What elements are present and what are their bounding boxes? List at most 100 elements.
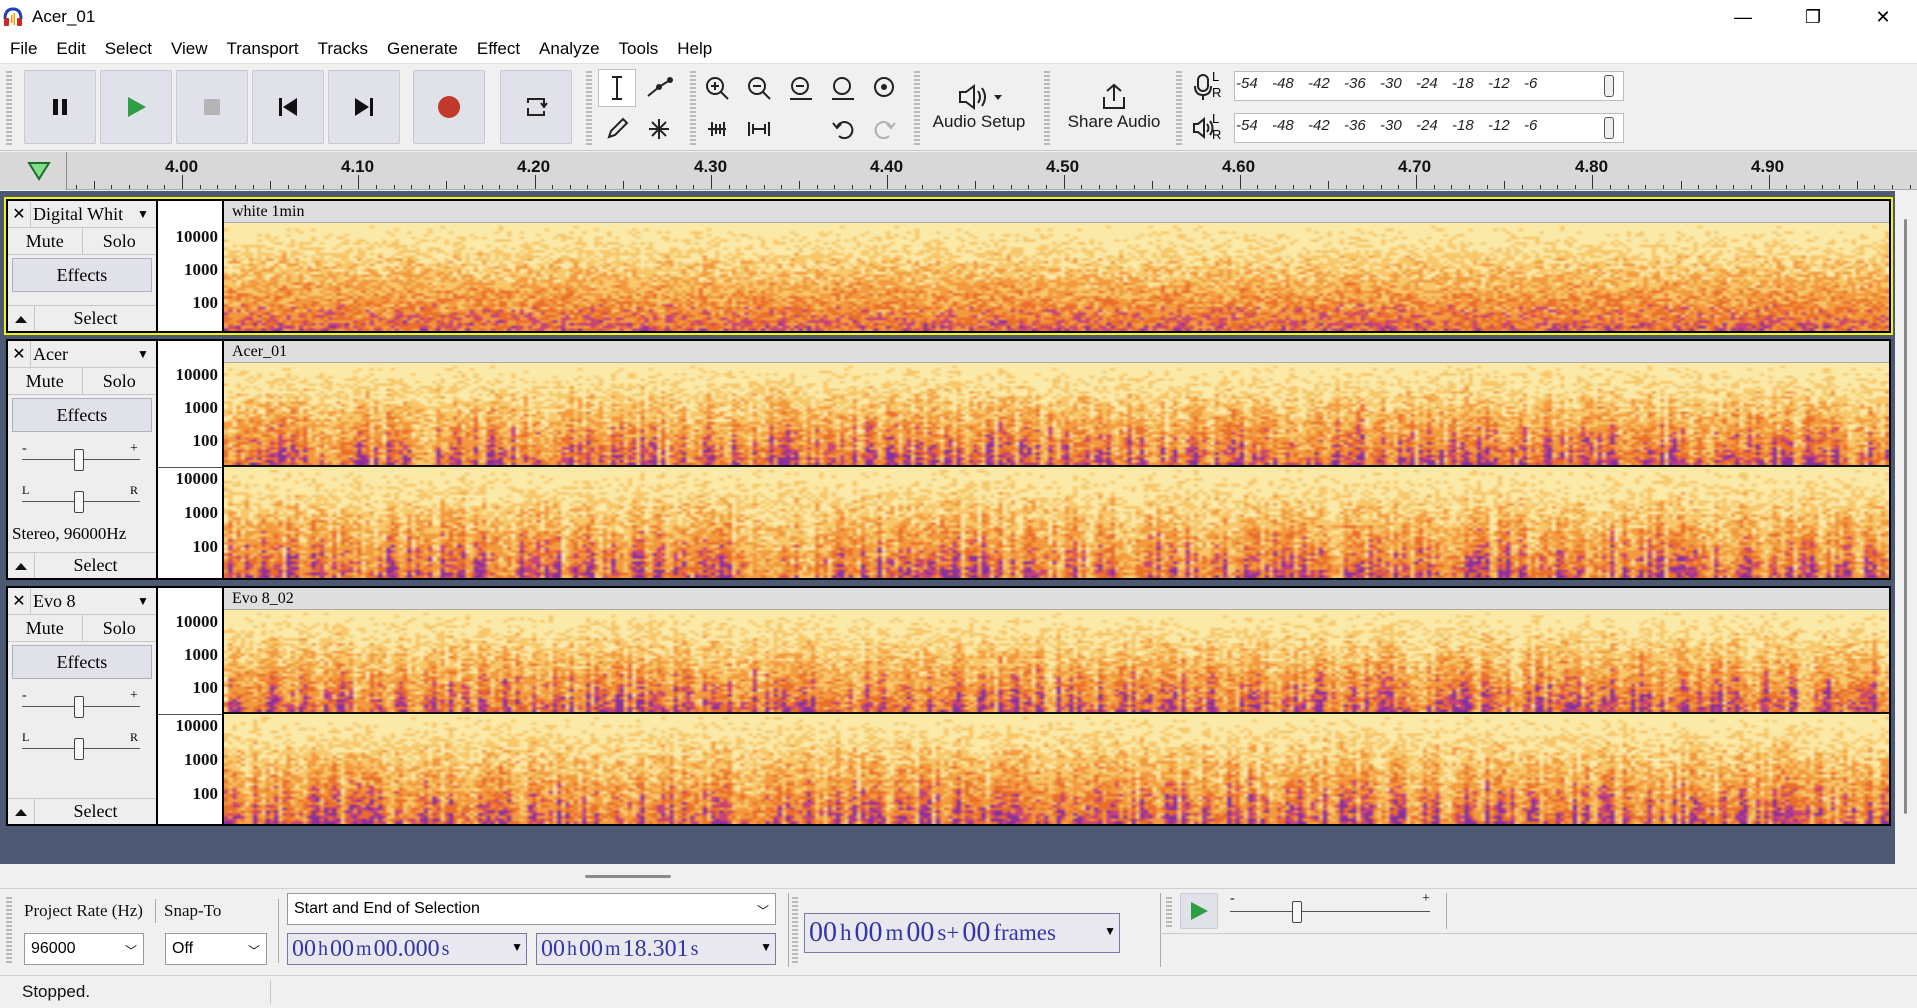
pan-thumb[interactable]: [74, 738, 84, 760]
menu-help[interactable]: Help: [677, 39, 712, 59]
gain-thumb[interactable]: [74, 449, 84, 471]
project-rate-select[interactable]: 96000 ﹀: [24, 933, 144, 965]
envelope-tool[interactable]: [640, 69, 678, 107]
share-grip[interactable]: [1044, 71, 1050, 145]
solo-button[interactable]: Solo: [83, 368, 157, 394]
chevron-down-icon[interactable]: ▼: [760, 940, 772, 955]
mute-button[interactable]: Mute: [8, 228, 83, 254]
menu-tracks[interactable]: Tracks: [318, 39, 368, 59]
menu-transport[interactable]: Transport: [227, 39, 299, 59]
maximize-button[interactable]: ❐: [1778, 0, 1848, 34]
menu-select[interactable]: Select: [105, 39, 152, 59]
track-acer[interactable]: ✕ Acer ▼ Mute Solo Effects - + L R Stere…: [6, 339, 1891, 580]
collapse-icon[interactable]: [8, 807, 34, 817]
redo-button[interactable]: [866, 110, 904, 148]
draw-tool[interactable]: [598, 110, 636, 148]
select-button[interactable]: Select: [34, 306, 156, 331]
spectrogram-left[interactable]: [224, 363, 1889, 465]
tracks-area[interactable]: ✕ Digital Whit ▼ Mute Solo Effects Selec…: [0, 191, 1895, 864]
solo-button[interactable]: Solo: [83, 615, 157, 641]
chevron-down-icon[interactable]: ▼: [1104, 924, 1116, 939]
audio-clip[interactable]: Acer_01: [224, 341, 1889, 578]
loop-button[interactable]: [500, 70, 572, 144]
chevron-down-icon[interactable]: ▼: [511, 940, 523, 955]
selection-grip[interactable]: [6, 897, 12, 965]
clip-title[interactable]: Acer_01: [224, 341, 1889, 363]
spectrogram-right[interactable]: [224, 714, 1889, 824]
menu-tools[interactable]: Tools: [619, 39, 659, 59]
playback-meter[interactable]: L R -54 -48 -42 -36 -30 -24 -18 -12 -6: [1192, 111, 1632, 143]
effects-button[interactable]: Effects: [12, 645, 152, 679]
solo-button[interactable]: Solo: [83, 228, 157, 254]
menu-edit[interactable]: Edit: [56, 39, 85, 59]
play-head-icon[interactable]: [27, 161, 51, 181]
selection-mode-select[interactable]: Start and End of Selection ﹀: [287, 893, 776, 925]
menu-file[interactable]: File: [10, 39, 37, 59]
effects-button[interactable]: Effects: [12, 258, 152, 292]
silence-button[interactable]: [740, 110, 778, 148]
collapse-icon[interactable]: [8, 561, 34, 571]
skip-to-start-button[interactable]: [252, 70, 324, 144]
effects-button[interactable]: Effects: [12, 398, 152, 432]
multi-tool[interactable]: [640, 110, 678, 148]
tools-grip[interactable]: [586, 71, 592, 145]
select-button[interactable]: Select: [34, 553, 156, 578]
audio-setup-grip[interactable]: [914, 71, 920, 145]
collapse-icon[interactable]: [8, 314, 34, 324]
menu-analyze[interactable]: Analyze: [539, 39, 599, 59]
minimize-button[interactable]: —: [1708, 0, 1778, 34]
zoom-out-button[interactable]: [740, 69, 778, 107]
selection-start-time[interactable]: 00 h 00 m 00.000 s ▼: [287, 933, 527, 965]
frequency-ruler[interactable]: 10000 1000 100: [158, 201, 222, 331]
menu-generate[interactable]: Generate: [387, 39, 458, 59]
zoom-toggle-button[interactable]: [866, 69, 904, 107]
audio-clip[interactable]: Evo 8_02: [224, 588, 1889, 824]
audio-clip[interactable]: white 1min: [224, 201, 1889, 331]
play-at-speed-grip[interactable]: [1166, 897, 1172, 929]
gain-slider[interactable]: - +: [8, 682, 156, 726]
menu-effect[interactable]: Effect: [477, 39, 520, 59]
timeline-ruler[interactable]: 4.00 4.10 4.20 4.30 4.40 4.50 4.60 4.70 …: [0, 152, 1917, 190]
track-name-menu[interactable]: Digital Whit: [30, 201, 130, 227]
gain-thumb[interactable]: [74, 696, 84, 718]
audio-setup-button[interactable]: Audio Setup: [926, 69, 1032, 145]
pan-slider[interactable]: L R: [8, 479, 156, 523]
close-button[interactable]: ✕: [1848, 0, 1917, 34]
spectrogram-right[interactable]: [224, 467, 1889, 578]
record-meter-slider[interactable]: [1604, 75, 1614, 97]
horizontal-scroll-thumb[interactable]: [585, 875, 671, 878]
mute-button[interactable]: Mute: [8, 368, 83, 394]
spectrogram[interactable]: [224, 223, 1889, 331]
chevron-down-icon[interactable]: ▼: [130, 341, 156, 367]
zoom-in-button[interactable]: [698, 69, 736, 107]
frequency-ruler[interactable]: 10000 1000 100 10000 1000 100: [158, 341, 222, 578]
audio-position-time[interactable]: 00 h 00 m 00 s+ 00 frames ▼: [804, 913, 1120, 953]
fit-project-button[interactable]: [824, 69, 862, 107]
trim-outside-button[interactable]: [698, 110, 736, 148]
edit-grip[interactable]: [690, 71, 696, 145]
selection-end-time[interactable]: 00 h 00 m 18.301 s ▼: [536, 933, 776, 965]
play-at-speed-button[interactable]: [1180, 893, 1218, 929]
toolbar-grip[interactable]: [6, 71, 12, 145]
speed-thumb[interactable]: [1292, 901, 1302, 923]
skip-to-end-button[interactable]: [328, 70, 400, 144]
snap-to-select[interactable]: Off ﹀: [165, 933, 267, 965]
gain-slider[interactable]: - +: [8, 435, 156, 479]
record-button[interactable]: [413, 70, 485, 144]
chevron-down-icon[interactable]: ▼: [130, 201, 156, 227]
time-grip[interactable]: [792, 897, 798, 965]
share-audio-button[interactable]: Share Audio: [1058, 69, 1170, 145]
pause-button[interactable]: [24, 70, 96, 144]
menu-view[interactable]: View: [171, 39, 208, 59]
track-name-menu[interactable]: Acer: [30, 341, 130, 367]
fit-selection-button[interactable]: [782, 69, 820, 107]
track-digital-white[interactable]: ✕ Digital Whit ▼ Mute Solo Effects Selec…: [4, 197, 1893, 335]
chevron-down-icon[interactable]: ▼: [130, 588, 156, 614]
track-evo-8[interactable]: ✕ Evo 8 ▼ Mute Solo Effects - + L R Sele…: [6, 586, 1891, 826]
undo-button[interactable]: [824, 110, 862, 148]
meter-grip[interactable]: [1176, 71, 1182, 145]
vertical-scrollbar[interactable]: [1895, 191, 1917, 864]
track-close-button[interactable]: ✕: [8, 201, 30, 227]
record-meter[interactable]: L R -54 -48 -42 -36 -30 -24 -18 -12 -6: [1192, 69, 1632, 101]
playback-speed-slider[interactable]: - +: [1226, 891, 1436, 929]
